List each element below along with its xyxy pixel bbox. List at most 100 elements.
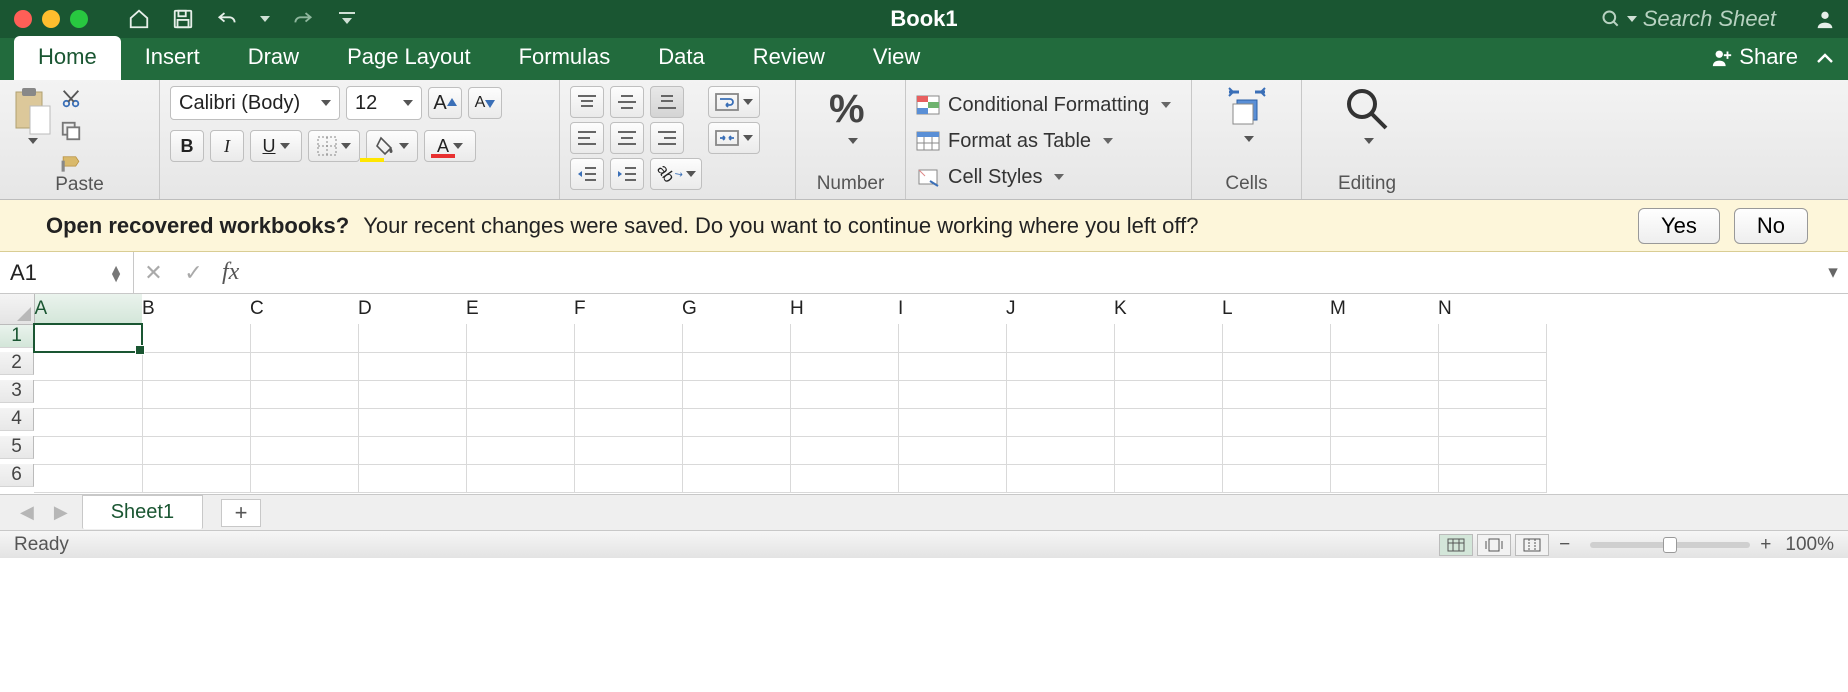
cell-E1[interactable]	[466, 324, 574, 352]
paste-dropdown-icon[interactable]	[28, 138, 38, 144]
cell-G5[interactable]	[682, 436, 790, 464]
cell-E6[interactable]	[466, 464, 574, 492]
increase-font-button[interactable]: A	[428, 87, 462, 119]
column-header-K[interactable]: K	[1114, 294, 1222, 324]
align-bottom-button[interactable]	[650, 86, 684, 118]
cell-L2[interactable]	[1222, 352, 1330, 380]
cell-G3[interactable]	[682, 380, 790, 408]
cell-I6[interactable]	[898, 464, 1006, 492]
align-left-button[interactable]	[570, 122, 604, 154]
select-all-corner[interactable]	[0, 294, 34, 324]
row-header-6[interactable]: 6	[0, 464, 34, 487]
sheet-tab-active[interactable]: Sheet1	[82, 495, 203, 529]
cell-A4[interactable]	[34, 408, 142, 436]
cell-E5[interactable]	[466, 436, 574, 464]
cell-H1[interactable]	[790, 324, 898, 352]
cell-F5[interactable]	[574, 436, 682, 464]
column-header-D[interactable]: D	[358, 294, 466, 324]
cell-K1[interactable]	[1114, 324, 1222, 352]
cell-M6[interactable]	[1330, 464, 1438, 492]
cell-G2[interactable]	[682, 352, 790, 380]
cell-L6[interactable]	[1222, 464, 1330, 492]
column-header-M[interactable]: M	[1330, 294, 1438, 324]
column-header-G[interactable]: G	[682, 294, 790, 324]
cell-B1[interactable]	[142, 324, 250, 352]
cell-C4[interactable]	[250, 408, 358, 436]
cell-E2[interactable]	[466, 352, 574, 380]
font-color-button[interactable]: A	[424, 130, 476, 162]
cell-G1[interactable]	[682, 324, 790, 352]
cell-N5[interactable]	[1438, 436, 1546, 464]
decrease-font-button[interactable]: A	[468, 87, 502, 119]
cell-L5[interactable]	[1222, 436, 1330, 464]
cell-A5[interactable]	[34, 436, 142, 464]
normal-view-button[interactable]	[1439, 534, 1473, 556]
msgbar-no-button[interactable]: No	[1734, 208, 1808, 244]
copy-icon[interactable]	[60, 120, 82, 142]
cell-A3[interactable]	[34, 380, 142, 408]
page-layout-view-button[interactable]	[1477, 534, 1511, 556]
column-header-E[interactable]: E	[466, 294, 574, 324]
next-sheet-button[interactable]: ▶	[48, 502, 74, 523]
cell-B3[interactable]	[142, 380, 250, 408]
search-dropdown-icon[interactable]	[1627, 16, 1637, 22]
cell-C2[interactable]	[250, 352, 358, 380]
cell-D2[interactable]	[358, 352, 466, 380]
cell-C5[interactable]	[250, 436, 358, 464]
cell-C6[interactable]	[250, 464, 358, 492]
font-name-select[interactable]: Calibri (Body)	[170, 86, 340, 120]
cell-J6[interactable]	[1006, 464, 1114, 492]
cell-I1[interactable]	[898, 324, 1006, 352]
cell-I5[interactable]	[898, 436, 1006, 464]
cell-F1[interactable]	[574, 324, 682, 352]
share-button[interactable]: Share	[1711, 44, 1798, 70]
cell-G4[interactable]	[682, 408, 790, 436]
cell-N3[interactable]	[1438, 380, 1546, 408]
cell-K6[interactable]	[1114, 464, 1222, 492]
cell-D6[interactable]	[358, 464, 466, 492]
italic-button[interactable]: I	[210, 130, 244, 162]
cell-M5[interactable]	[1330, 436, 1438, 464]
row-header-1[interactable]: 1	[0, 325, 34, 348]
cell-J5[interactable]	[1006, 436, 1114, 464]
borders-button[interactable]	[308, 130, 360, 162]
cell-B2[interactable]	[142, 352, 250, 380]
ribbon-tab-data[interactable]: Data	[634, 36, 728, 80]
prev-sheet-button[interactable]: ◀	[14, 502, 40, 523]
column-header-A[interactable]: A	[34, 294, 142, 324]
save-icon[interactable]	[172, 8, 194, 30]
cell-styles-button[interactable]: Cell Styles	[916, 160, 1064, 194]
close-window-button[interactable]	[14, 10, 32, 28]
align-top-button[interactable]	[570, 86, 604, 118]
cell-D4[interactable]	[358, 408, 466, 436]
cell-E4[interactable]	[466, 408, 574, 436]
column-header-L[interactable]: L	[1222, 294, 1330, 324]
cell-H4[interactable]	[790, 408, 898, 436]
cell-M2[interactable]	[1330, 352, 1438, 380]
cell-E3[interactable]	[466, 380, 574, 408]
account-icon[interactable]	[1814, 8, 1836, 30]
editing-dropdown-icon[interactable]	[1364, 138, 1374, 144]
customize-qat-icon[interactable]	[336, 8, 358, 30]
cell-C1[interactable]	[250, 324, 358, 352]
cell-M1[interactable]	[1330, 324, 1438, 352]
name-box[interactable]: A1 ▲▼	[0, 252, 134, 293]
cells-insert-button[interactable]	[1223, 86, 1271, 142]
search-sheet-box[interactable]: Search Sheet	[1601, 6, 1776, 32]
cell-L1[interactable]	[1222, 324, 1330, 352]
undo-icon[interactable]	[216, 8, 238, 30]
fx-icon[interactable]: fx	[214, 259, 247, 286]
column-header-J[interactable]: J	[1006, 294, 1114, 324]
row-header-4[interactable]: 4	[0, 408, 34, 431]
cell-F4[interactable]	[574, 408, 682, 436]
worksheet-grid[interactable]: ABCDEFGHIJKLMN123456	[0, 294, 1848, 494]
number-format-dropdown-icon[interactable]	[848, 138, 858, 144]
cell-K5[interactable]	[1114, 436, 1222, 464]
cells-dropdown-icon[interactable]	[1244, 136, 1254, 142]
cell-N6[interactable]	[1438, 464, 1546, 492]
accept-formula-button[interactable]: ✓	[174, 252, 214, 293]
cell-A2[interactable]	[34, 352, 142, 380]
row-header-5[interactable]: 5	[0, 436, 34, 459]
cell-F3[interactable]	[574, 380, 682, 408]
redo-icon[interactable]	[292, 8, 314, 30]
